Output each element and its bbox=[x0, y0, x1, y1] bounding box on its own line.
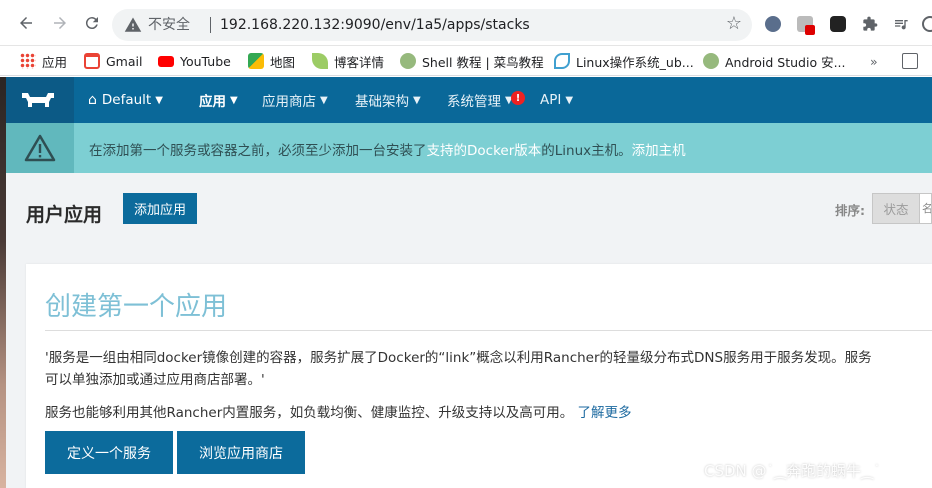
card-title: 创建第一个应用 bbox=[45, 292, 228, 322]
csdn-watermark: CSDN @˙⁔奔跑的蜗牛⁔˙ bbox=[704, 462, 881, 480]
browse-catalog-button[interactable]: 浏览应用商店 bbox=[177, 431, 305, 474]
star-icon[interactable]: ☆ bbox=[726, 15, 742, 33]
maps-icon bbox=[248, 53, 264, 69]
rancher-logo[interactable] bbox=[6, 77, 74, 123]
description-line-1: '服务是一组由相同docker镜像创建的容器，服务扩展了Docker的“link… bbox=[45, 350, 872, 366]
arrow-left-icon bbox=[20, 17, 32, 29]
reading-list-icon[interactable] bbox=[902, 51, 918, 71]
environment-label: Default bbox=[101, 92, 152, 108]
arrow-right-icon bbox=[54, 17, 66, 29]
bookmark-maps[interactable]: 地图 bbox=[248, 51, 295, 71]
page-title: 用户应用 bbox=[26, 204, 103, 226]
url-text[interactable]: 192.168.220.132:9090/env/1a5/apps/stacks bbox=[220, 16, 530, 34]
sort-by-name-button[interactable]: 名 bbox=[920, 193, 932, 224]
home-icon: ⌂ bbox=[88, 92, 97, 108]
address-bar[interactable]: 不安全 192.168.220.132:9090/env/1a5/apps/st… bbox=[112, 9, 752, 41]
reading-list-box-icon bbox=[902, 53, 918, 69]
apps-grid-icon bbox=[20, 53, 36, 69]
reload-icon bbox=[85, 17, 98, 30]
bookmark-label: Gmail bbox=[106, 53, 143, 69]
sort-label: 排序: bbox=[835, 203, 865, 218]
page-body: 用户应用 添加应用 排序: 状态 名 创建第一个应用 '服务是一组由相同dock… bbox=[6, 173, 932, 488]
bookmarks-overflow[interactable]: » bbox=[870, 51, 878, 71]
nav-label: 应用 bbox=[199, 94, 226, 110]
bookmark-blog[interactable]: 博客详情 bbox=[312, 51, 384, 71]
card-description: '服务是一组由相同docker镜像创建的容器，服务扩展了Docker的“link… bbox=[45, 347, 932, 391]
nav-label: 基础架构 bbox=[355, 94, 409, 110]
back-button[interactable] bbox=[12, 9, 40, 37]
bookmark-label: 地图 bbox=[270, 54, 296, 70]
bookmark-linux[interactable]: Linux操作系统_ub... bbox=[554, 51, 694, 71]
sort-by-state-button[interactable]: 状态 bbox=[872, 193, 920, 224]
chevron-down-icon: ▼ bbox=[155, 94, 163, 106]
runoob-icon bbox=[400, 53, 416, 69]
banner-text-middle: 的Linux主机。 bbox=[541, 143, 632, 159]
browser-toolbar: 不安全 192.168.220.132:9090/env/1a5/apps/st… bbox=[0, 0, 932, 46]
add-app-button[interactable]: 添加应用 bbox=[123, 193, 197, 224]
extension-blocked-icon[interactable] bbox=[797, 16, 815, 35]
admin-alert-badge: ! bbox=[511, 91, 525, 105]
supported-docker-link[interactable]: 支持的Docker版本 bbox=[427, 143, 542, 159]
bookmark-label: Linux操作系统_ub... bbox=[576, 54, 694, 70]
host-warning-banner: 在添加第一个服务或容器之前，必须至少添加一台安装了支持的Docker版本的Lin… bbox=[6, 123, 932, 173]
nav-label: 系统管理 bbox=[447, 94, 501, 110]
media-queue-icon[interactable] bbox=[893, 16, 909, 32]
linux-bookmark-icon bbox=[554, 53, 570, 69]
empty-state-card: 创建第一个应用 '服务是一组由相同docker镜像创建的容器，服务扩展了Dock… bbox=[26, 264, 932, 488]
leaf-icon bbox=[312, 53, 328, 69]
nav-label: 应用商店 bbox=[262, 94, 316, 110]
error-badge-icon bbox=[805, 25, 815, 35]
nav-admin[interactable]: 系统管理 ▼ bbox=[447, 77, 513, 123]
app-header: ⌂ Default ▼ 应用 ▼ 应用商店 ▼ 基础架构 ▼ 系统管理 ▼ ! API ▼ bbox=[6, 77, 932, 123]
profile-icon[interactable] bbox=[922, 16, 932, 32]
banner-icon-cell bbox=[6, 123, 74, 173]
nav-catalog[interactable]: 应用商店 ▼ bbox=[262, 77, 328, 123]
description-line-2: 可以单独添加或通过应用商店部署。' bbox=[45, 372, 265, 388]
nav-api[interactable]: API ▼ bbox=[540, 77, 573, 123]
services-note-text: 服务也能够利用其他Rancher内置服务，如负载均衡、健康监控、升级支持以及高可… bbox=[45, 405, 574, 421]
overflow-chevron-icon: » bbox=[870, 53, 878, 69]
card-divider bbox=[45, 330, 932, 331]
chevron-down-icon: ▼ bbox=[320, 94, 328, 106]
runoob-icon bbox=[703, 53, 719, 69]
forward-button[interactable] bbox=[46, 9, 74, 37]
bookmark-label: 博客详情 bbox=[334, 54, 385, 70]
youtube-icon bbox=[158, 55, 174, 67]
nav-label: API bbox=[540, 92, 562, 108]
bookmark-gmail[interactable]: Gmail bbox=[84, 51, 142, 71]
bookmark-label: YouTube bbox=[180, 53, 231, 69]
chevron-down-icon: ▼ bbox=[413, 94, 421, 106]
banner-message: 在添加第一个服务或容器之前，必须至少添加一台安装了支持的Docker版本的Lin… bbox=[89, 139, 686, 159]
define-service-button[interactable]: 定义一个服务 bbox=[45, 431, 173, 474]
learn-more-link[interactable]: 了解更多 bbox=[578, 405, 632, 421]
bookmark-label: Shell 教程 | 菜鸟教程 bbox=[422, 54, 544, 70]
environment-switcher[interactable]: ⌂ Default ▼ bbox=[74, 77, 180, 123]
bookmark-shell[interactable]: Shell 教程 | 菜鸟教程 bbox=[400, 51, 544, 71]
puzzle-icon[interactable] bbox=[862, 16, 878, 32]
bookmark-apps[interactable]: 应用 bbox=[20, 51, 67, 71]
warning-triangle-icon bbox=[124, 16, 142, 38]
banner-text-before: 在添加第一个服务或容器之前，必须至少添加一台安装了 bbox=[89, 143, 427, 159]
bookmark-android-studio[interactable]: Android Studio 安... bbox=[703, 51, 846, 71]
bookmarks-bar: 应用 Gmail YouTube 地图 博客详情 Shell 教程 | 菜鸟教程… bbox=[0, 46, 932, 76]
gmail-icon bbox=[84, 53, 100, 69]
extension-black-icon[interactable] bbox=[830, 16, 846, 32]
nav-infrastructure[interactable]: 基础架构 ▼ bbox=[355, 77, 421, 123]
reload-button[interactable] bbox=[78, 9, 106, 37]
bookmark-youtube[interactable]: YouTube bbox=[158, 51, 231, 71]
chevron-down-icon: ▼ bbox=[230, 94, 238, 106]
chevron-down-icon: ▼ bbox=[565, 94, 574, 106]
extension-info-icon[interactable] bbox=[765, 16, 781, 32]
add-host-link[interactable]: 添加主机 bbox=[632, 143, 686, 159]
bookmark-label: Android Studio 安... bbox=[725, 54, 846, 70]
insecure-label: 不安全 bbox=[148, 17, 190, 33]
rancher-cow-icon bbox=[22, 93, 54, 107]
nav-apps[interactable]: 应用 ▼ bbox=[199, 77, 238, 123]
card-services-note: 服务也能够利用其他Rancher内置服务，如负载均衡、健康监控、升级支持以及高可… bbox=[45, 401, 632, 421]
warning-triangle-icon bbox=[24, 134, 56, 162]
address-divider bbox=[210, 17, 211, 33]
bookmark-label: 应用 bbox=[42, 54, 68, 70]
